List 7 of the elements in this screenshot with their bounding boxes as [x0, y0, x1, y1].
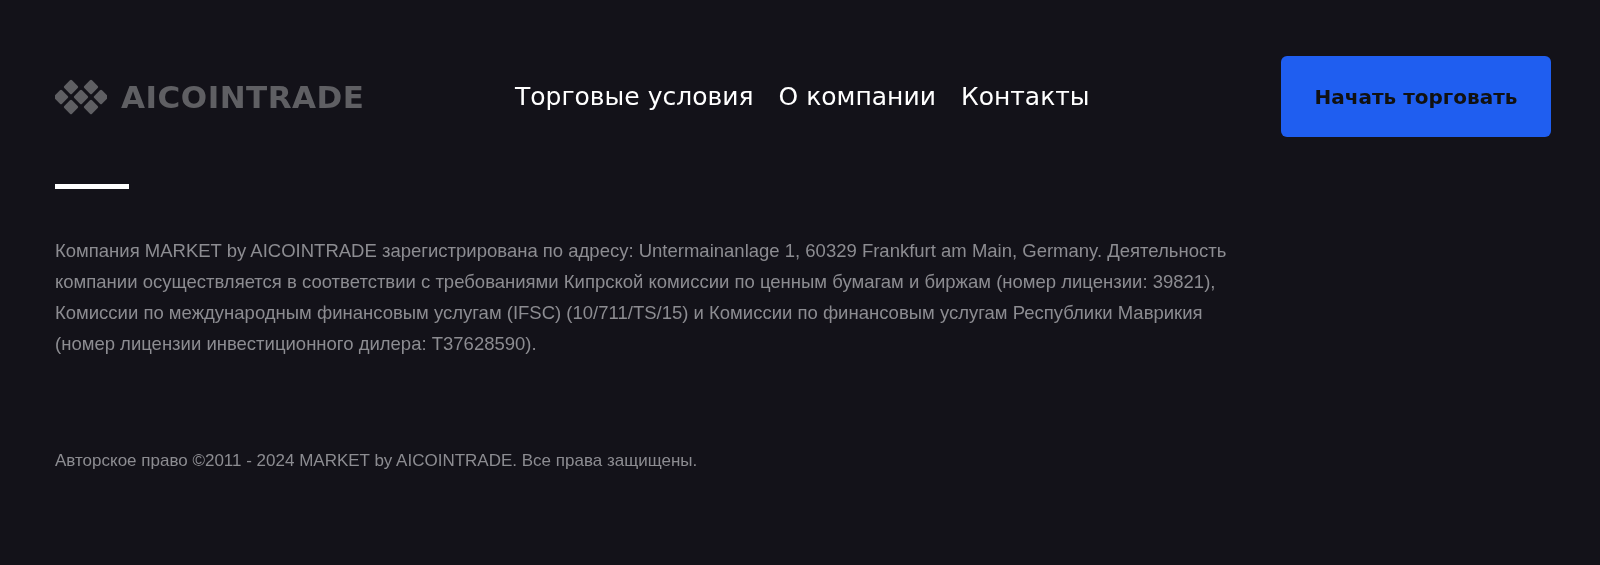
nav-link[interactable]: О компании: [778, 82, 936, 111]
legal-text: Компания MARKET by AICOINTRADE зарегистрирована по адресу: Untermainanlage 1, 60329 Frankfurt am Main, Germany. Деятельность компании осуществляется в соответствии с требованиями Кипрской комиссии по ценным бумагам и биржам (номер лицензии: 39821), Комиссии по международным финансовым услугам (IFSC) (10/711/TS/15) и Комиссии по финансовым услугам Республики Маврикия (номер лицензии инвестиционного дилера: T37628590).: [55, 239, 1228, 356]
nav-link[interactable]: Контакты: [960, 82, 1090, 111]
copyright-text: Авторское право ©2011 - 2024 MARKET by AICOINTRADE. Все права защищены.: [55, 451, 699, 471]
start-trading-button[interactable]: Начать торговать: [1281, 56, 1551, 137]
nav-link[interactable]: Торговые условия: [515, 82, 754, 111]
diamond-grid-icon: [55, 78, 107, 115]
